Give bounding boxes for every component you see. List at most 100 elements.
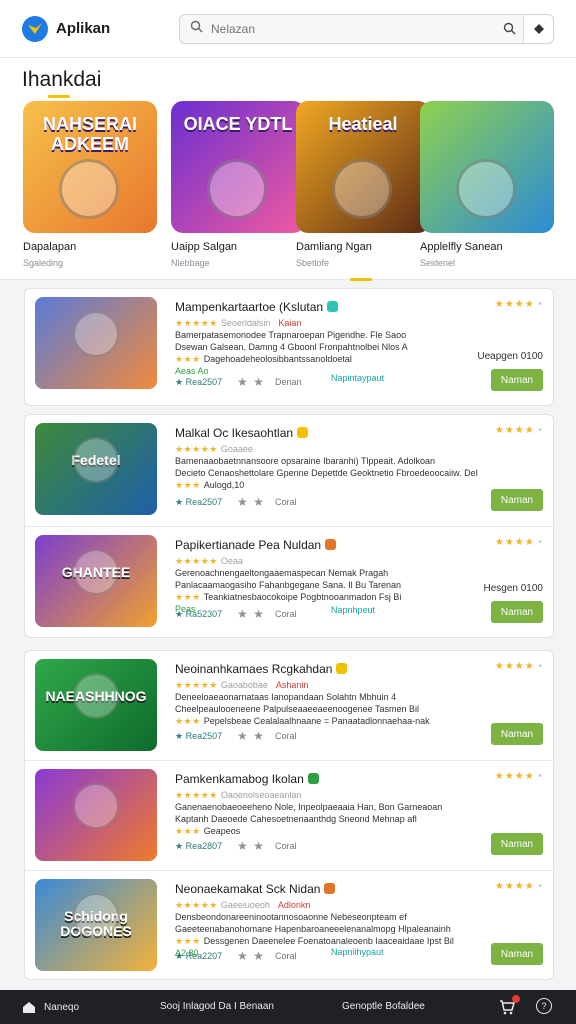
app-logo-icon[interactable]: [22, 15, 48, 42]
description-text: Bamenaaobaetnnansoore opsaraine Ibaranhi…: [175, 456, 436, 466]
stars-icon: ★★★★★: [175, 556, 221, 566]
featured-art-title: Heatieal: [328, 114, 398, 134]
views-text: Rea2807: [185, 841, 223, 851]
app-developer: Oeaa: [220, 556, 243, 566]
user-rating-icon: ★ ★: [237, 495, 265, 509]
carousel-indicator: [350, 278, 372, 281]
app-thumbnail[interactable]: [35, 297, 157, 389]
user-rating-icon: ★ ★: [237, 607, 265, 621]
rating-stars-value: ★★★★: [494, 425, 535, 436]
more-icon[interactable]: •: [535, 299, 543, 310]
featured-tile[interactable]: Applelfly Sanean Seidenel: [420, 101, 554, 268]
featured-art[interactable]: NAHSERAI ADKEEM: [23, 101, 157, 233]
rating-stars: ★★★★ •: [495, 881, 543, 892]
more-icon[interactable]: •: [535, 425, 543, 436]
app-title[interactable]: Neonaekamakat Sck Nidan: [175, 882, 336, 896]
download-button[interactable]: Naman: [491, 943, 543, 965]
rating-stars: ★★★★ •: [495, 299, 543, 310]
featured-art[interactable]: Heatieal: [296, 101, 430, 233]
rating-stars-value: ★★★★: [494, 771, 535, 782]
featured-subtitle: Sbetlofe: [296, 258, 330, 268]
app-price: Hesgen 0100: [483, 583, 544, 594]
featured-art[interactable]: [420, 101, 554, 233]
stars-icon: ★★★★★: [175, 318, 221, 328]
character-illustration: [73, 437, 119, 483]
download-button[interactable]: Naman: [491, 833, 543, 855]
description-text: Cheelpeaulooeneene Palpulseaaeeaeenoogen…: [175, 704, 420, 714]
app-thumbnail[interactable]: Fedetel: [35, 423, 157, 515]
app-developer: Seoerldalsin: [220, 318, 271, 328]
description-text: Panlacaamaogasiho Fahanbgegane Sana. Il …: [175, 580, 402, 590]
download-button[interactable]: Naman: [491, 723, 543, 745]
app-thumbnail[interactable]: Schidong DOGONES: [35, 879, 157, 971]
app-description: Cheelpeaulooeneene Palpulseaaeeaeenoogen…: [175, 704, 419, 714]
more-icon[interactable]: •: [535, 661, 543, 672]
app-title-text: Pamkenkamabog Ikolan: [175, 772, 304, 786]
search-bar[interactable]: [179, 13, 554, 44]
stars-icon: ★★★★★: [175, 900, 221, 910]
download-button[interactable]: Naman: [491, 601, 543, 623]
description-text: Kaptanh Daeoede Cahesoetnenaanthdg Sneon…: [175, 814, 417, 824]
stars-icon: ★★★★★: [175, 790, 221, 800]
character-illustration: [73, 311, 119, 357]
app-tag: Ashanin: [275, 680, 309, 690]
cart-icon[interactable]: [498, 995, 520, 1016]
featured-subtitle: Nlebbage: [171, 258, 210, 268]
list-item[interactable]: Schidong DOGONES Neonaekamakat Sck Nidan ★…: [25, 871, 555, 981]
nav-profile-link[interactable]: Genoptle Bofaldee: [342, 1001, 425, 1012]
app-category: Coral: [275, 731, 297, 741]
character-illustration: [73, 893, 119, 939]
featured-art[interactable]: OIACE YDTL: [171, 101, 305, 233]
nav-home[interactable]: Naneqo: [22, 1001, 79, 1014]
more-icon[interactable]: •: [535, 881, 543, 892]
download-button[interactable]: Naman: [491, 369, 543, 391]
app-thumbnail[interactable]: GHANTEE: [35, 535, 157, 627]
download-button[interactable]: Naman: [491, 489, 543, 511]
featured-tile[interactable]: NAHSERAI ADKEEM Dapalapan Sgaleding: [23, 101, 157, 268]
app-thumbnail[interactable]: NAEASHHNOG: [35, 659, 157, 751]
app-category: Coral: [275, 951, 297, 961]
search-input[interactable]: [211, 21, 495, 36]
featured-tile[interactable]: OIACE YDTL Uaipp Salgan Nlebbage: [171, 101, 305, 268]
verified-badge-icon: [327, 301, 339, 312]
list-item[interactable]: Pamkenkamabog Ikolan ★★★★ • ★★★★★ Oaoenols…: [25, 761, 555, 871]
character-illustration: [332, 159, 392, 219]
description-text: Dsewan Galsean, Damng 4 Gboonl Fronpahtn…: [175, 342, 408, 352]
list-item[interactable]: Mampenkartaartoe (Kslutan ★★★★ • ★★★★★ Seo…: [25, 289, 555, 407]
rating-stars: ★★★★ •: [495, 537, 543, 548]
featured-name: Dapalapan: [23, 241, 77, 253]
account-button[interactable]: [523, 14, 553, 43]
app-title[interactable]: Mampenkartaartoe (Kslutan: [175, 300, 339, 314]
app-meta-line: ★★★★★ Goaaee: [175, 444, 261, 455]
views-text: Rea2507: [185, 377, 223, 387]
app-title[interactable]: Papikertianade Pea Nuldan: [175, 538, 337, 552]
app-title[interactable]: Pamkenkamabog Ikolan: [175, 772, 319, 786]
character-illustration: [73, 783, 119, 829]
more-icon[interactable]: •: [535, 771, 543, 782]
app-description: Bamerpatasemonodee Trapnaroepan Pigendhe…: [175, 330, 406, 340]
download-count-icon: ★: [175, 609, 186, 619]
list-item[interactable]: NAEASHHNOG Neoinanhkamaes Rcgkahdan ★★★★ •…: [25, 651, 555, 761]
app-title[interactable]: Malkal Oc Ikesaohtlan: [175, 426, 309, 440]
search-button[interactable]: [495, 15, 523, 43]
app-views: ★ Rea2507: [175, 497, 222, 508]
featured-tile[interactable]: Heatieal Damliang Ngan Sbetlofe: [296, 101, 430, 268]
app-title[interactable]: Neoinanhkamaes Rcgkahdan: [175, 662, 348, 676]
app-meta-line: ★★★★★ Oaoenolseoaeanlan: [175, 790, 309, 801]
featured-subtitle: Seidenel: [420, 258, 456, 268]
list-item[interactable]: GHANTEE Papikertianade Pea Nuldan ★★★★ • ★★…: [25, 527, 555, 639]
app-views: ★ Rea2507: [175, 731, 222, 742]
views-text: Ra52307: [185, 609, 223, 619]
list-item[interactable]: Fedetel Malkal Oc Ikesaohtlan ★★★★ • ★★★★★ …: [25, 415, 555, 527]
verified-badge-icon: [297, 427, 309, 438]
description-text: Gaeeteenabanohomane Hapenbaroaneeelenana…: [175, 924, 451, 934]
description-text: Aulogd,10: [203, 480, 245, 490]
app-description: ★★★ Dessgenen Daeenelee Foenatoanaleoenb…: [175, 936, 454, 947]
more-icon[interactable]: •: [535, 537, 543, 548]
rating-stars: ★★★★ •: [495, 771, 543, 782]
help-icon[interactable]: ?: [536, 998, 552, 1014]
nav-library-link[interactable]: Sooj Inlagod Da I Benaan: [160, 1001, 274, 1012]
section-heading: Ihankdai: [22, 68, 102, 91]
app-thumbnail[interactable]: [35, 769, 157, 861]
download-count-icon: ★: [175, 377, 186, 387]
